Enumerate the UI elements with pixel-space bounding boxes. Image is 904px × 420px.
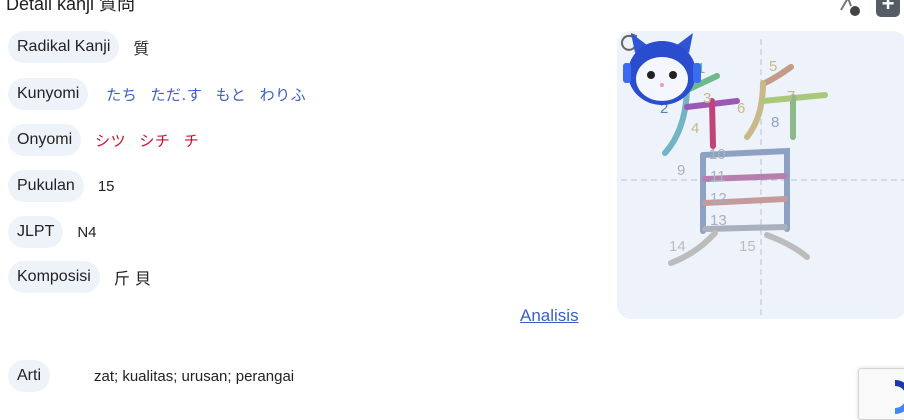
detail-row-arti: Arti zat; kualitas; urusan; perangai xyxy=(8,360,294,392)
kunyomi-label: Kunyomi xyxy=(8,78,89,110)
kunyomi-reading[interactable]: ただ.す xyxy=(151,86,203,104)
stroke-number: 5 xyxy=(769,58,777,75)
onyomi-label: Onyomi xyxy=(8,124,82,156)
jlpt-value: N4 xyxy=(77,223,97,241)
kunyomi-reading[interactable]: もと xyxy=(216,86,247,104)
add-button[interactable]: + xyxy=(876,0,900,17)
arti-label: Arti xyxy=(8,360,50,392)
analisis-link[interactable]: Analisis xyxy=(520,306,579,326)
pukulan-value: 15 xyxy=(97,177,115,195)
detail-row-radikal: Radikal Kanji 質 xyxy=(8,31,149,63)
page-title: Detail kanji 質問 xyxy=(6,0,136,14)
stroke-number: 15 xyxy=(739,238,756,255)
mascot-robot-icon xyxy=(623,33,701,105)
kunyomi-reading[interactable]: わりふ xyxy=(260,86,307,104)
detail-row-pukulan: Pukulan 15 xyxy=(8,170,115,202)
onyomi-reading[interactable]: チ xyxy=(184,132,200,150)
kunyomi-reading[interactable]: たち xyxy=(106,86,137,104)
komposisi-label: Komposisi xyxy=(8,261,100,293)
onyomi-reading[interactable]: シチ xyxy=(139,132,170,150)
recaptcha-icon xyxy=(894,380,904,414)
jlpt-label: JLPT xyxy=(8,216,64,248)
detail-row-onyomi: Onyomi シツ シチ チ xyxy=(8,124,207,156)
stroke-number: 12 xyxy=(710,190,727,207)
stroke-number: 8 xyxy=(771,114,779,131)
arti-value: zat; kualitas; urusan; perangai xyxy=(94,367,295,385)
translate-icon[interactable] xyxy=(836,0,862,18)
pukulan-label: Pukulan xyxy=(8,170,84,202)
stroke-number: 6 xyxy=(737,100,745,117)
onyomi-reading[interactable]: シツ xyxy=(95,132,126,150)
stroke-4 xyxy=(709,98,716,149)
stroke-number: 13 xyxy=(710,212,727,229)
detail-row-komposisi: Komposisi 斤 貝 xyxy=(8,261,151,293)
onyomi-readings: シツ シチ チ xyxy=(95,130,207,151)
stroke-number: 14 xyxy=(669,238,686,255)
stroke-number: 4 xyxy=(691,120,699,137)
detail-row-kunyomi: Kunyomi たち ただ.す もと わりふ xyxy=(8,78,314,110)
stroke-6 xyxy=(744,80,766,140)
kunyomi-readings: たち ただ.す もと わりふ xyxy=(106,84,314,105)
recaptcha-badge[interactable] xyxy=(858,368,904,420)
stroke-number: 11 xyxy=(710,168,726,185)
stroke-number: 7 xyxy=(787,88,795,105)
stroke-number: 10 xyxy=(709,146,726,163)
radikal-value: 質 xyxy=(133,39,150,58)
radikal-label: Radikal Kanji xyxy=(8,31,120,63)
stroke-15 xyxy=(764,232,810,260)
stroke-order-panel: 1 2 3 4 5 6 7 8 9 10 11 12 13 14 15 xyxy=(617,31,904,319)
komposisi-value: 斤 貝 xyxy=(113,269,151,288)
detail-row-jlpt: JLPT N4 xyxy=(8,216,97,248)
top-toolbar: + xyxy=(836,0,900,18)
stroke-number: 9 xyxy=(677,162,685,179)
